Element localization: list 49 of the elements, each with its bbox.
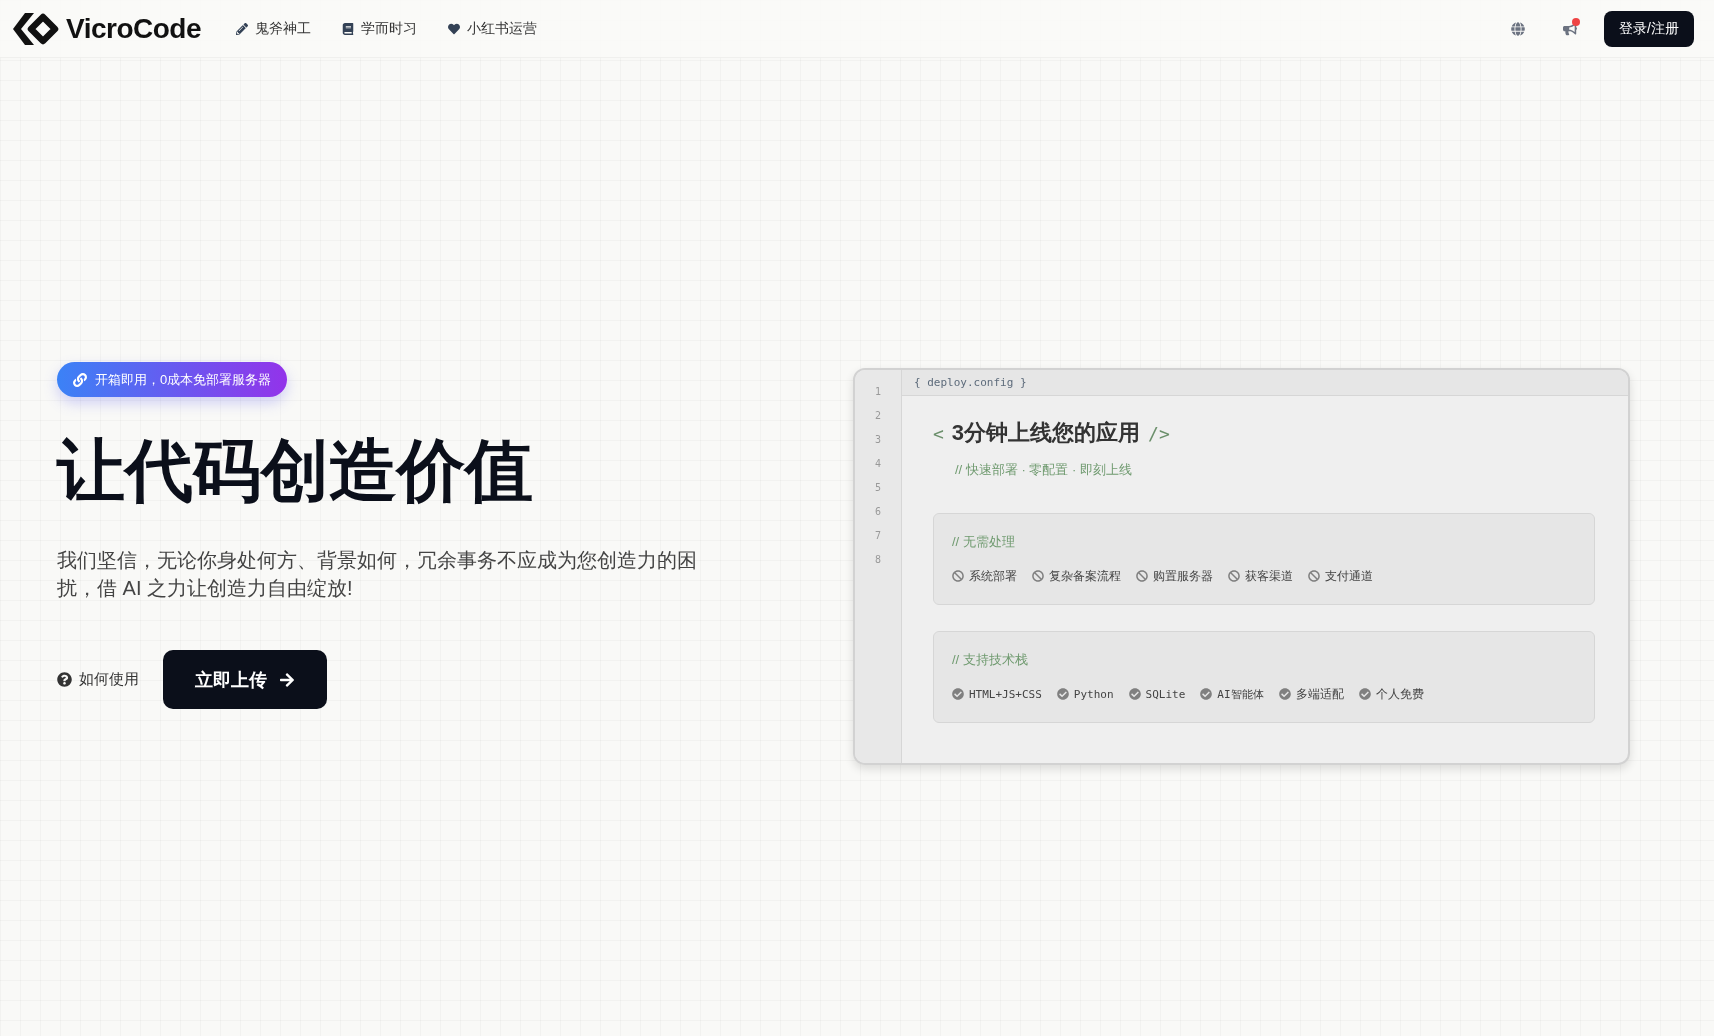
help-icon xyxy=(57,672,72,687)
tag-close: /> xyxy=(1148,422,1170,444)
hero-description: 我们坚信，无论你身处何方、背景如何，冗余事务不应成为您创造力的困扰，借 AI 之力让创造力自由绽放! xyxy=(57,548,698,601)
line-number: 2 xyxy=(875,409,881,423)
upload-button[interactable]: 立即上传 xyxy=(163,650,327,709)
ban-icon xyxy=(1228,570,1240,582)
login-button[interactable]: 登录/注册 xyxy=(1604,10,1694,47)
feature-label: SQLite xyxy=(1145,687,1186,701)
line-number: 6 xyxy=(875,505,881,519)
feature-label: 系统部署 xyxy=(969,567,1017,585)
ban-icon xyxy=(1308,570,1320,582)
feature-label: Python xyxy=(1073,687,1114,701)
promo-text: 开箱即用，0成本免部署服务器 xyxy=(95,370,272,389)
hero-title: 让代码创造价值 xyxy=(57,433,533,508)
code-comment: // 无需处理 xyxy=(952,533,1015,551)
feature-label: HTML+JS+CSS xyxy=(969,687,1042,701)
nav-link[interactable]: 学而时习 xyxy=(342,19,418,38)
ban-icon xyxy=(1136,570,1148,582)
feature-label: 购置服务器 xyxy=(1153,567,1213,585)
feature-label: AI智能体 xyxy=(1217,686,1264,702)
feature-label: 多端适配 xyxy=(1295,685,1344,703)
tag-open: < xyxy=(933,422,944,444)
heart-icon xyxy=(448,22,461,35)
code-comment: // 快速部署 · 零配置 · 即刻上线 xyxy=(955,461,1132,479)
panel-title: 3分钟上线您的应用 xyxy=(951,419,1141,447)
file-name: { deploy.config } xyxy=(914,376,1027,389)
feature-label: 个人免费 xyxy=(1375,685,1424,703)
feature-label: 复杂备案流程 xyxy=(1049,567,1121,585)
brand-name: VicroCode xyxy=(66,12,202,45)
book-icon xyxy=(342,22,355,35)
code-comment: // 支持技术栈 xyxy=(952,651,1028,669)
globe-icon xyxy=(1511,21,1526,36)
link-icon xyxy=(73,372,87,387)
logo-icon xyxy=(13,11,59,46)
line-number: 1 xyxy=(875,385,881,399)
arrow-right-icon xyxy=(279,671,295,688)
line-number: 5 xyxy=(875,481,881,495)
nav-link[interactable]: 鬼斧神工 xyxy=(236,19,312,38)
ban-icon xyxy=(952,570,964,582)
feature-label: 获客渠道 xyxy=(1245,567,1293,585)
line-number: 8 xyxy=(875,553,881,567)
help-link[interactable]: 如何使用 xyxy=(57,670,139,689)
feature-label: 支付通道 xyxy=(1325,567,1373,585)
line-number: 7 xyxy=(875,529,881,543)
line-number: 3 xyxy=(875,433,881,447)
line-number: 4 xyxy=(875,457,881,471)
pencil-icon xyxy=(236,22,249,35)
nav-link[interactable]: 小红书运营 xyxy=(448,19,538,38)
ban-icon xyxy=(1032,570,1044,582)
